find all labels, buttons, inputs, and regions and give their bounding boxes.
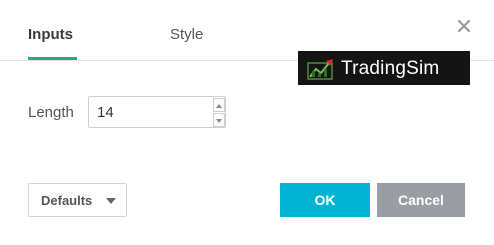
length-value[interactable]: 14 <box>97 104 114 121</box>
cancel-button[interactable]: Cancel <box>377 183 465 217</box>
close-button[interactable] <box>456 18 472 34</box>
length-input[interactable]: 14 <box>88 96 226 128</box>
tab-style[interactable]: Style <box>170 26 203 43</box>
tradingsim-watermark: TradingSim <box>298 51 470 85</box>
defaults-dropdown[interactable]: Defaults <box>28 183 127 217</box>
decrement-button[interactable] <box>213 113 225 127</box>
close-icon <box>457 19 471 33</box>
defaults-label: Defaults <box>41 193 93 208</box>
length-label: Length <box>28 104 74 121</box>
caret-down-icon <box>106 198 116 204</box>
arrow-down-icon <box>216 119 222 123</box>
watermark-text: TradingSim <box>341 58 440 79</box>
chart-logo-icon <box>307 59 333 80</box>
ok-button[interactable]: OK <box>280 183 370 217</box>
tab-inputs[interactable]: Inputs <box>28 26 73 43</box>
arrow-up-icon <box>216 104 222 108</box>
increment-button[interactable] <box>213 98 225 112</box>
